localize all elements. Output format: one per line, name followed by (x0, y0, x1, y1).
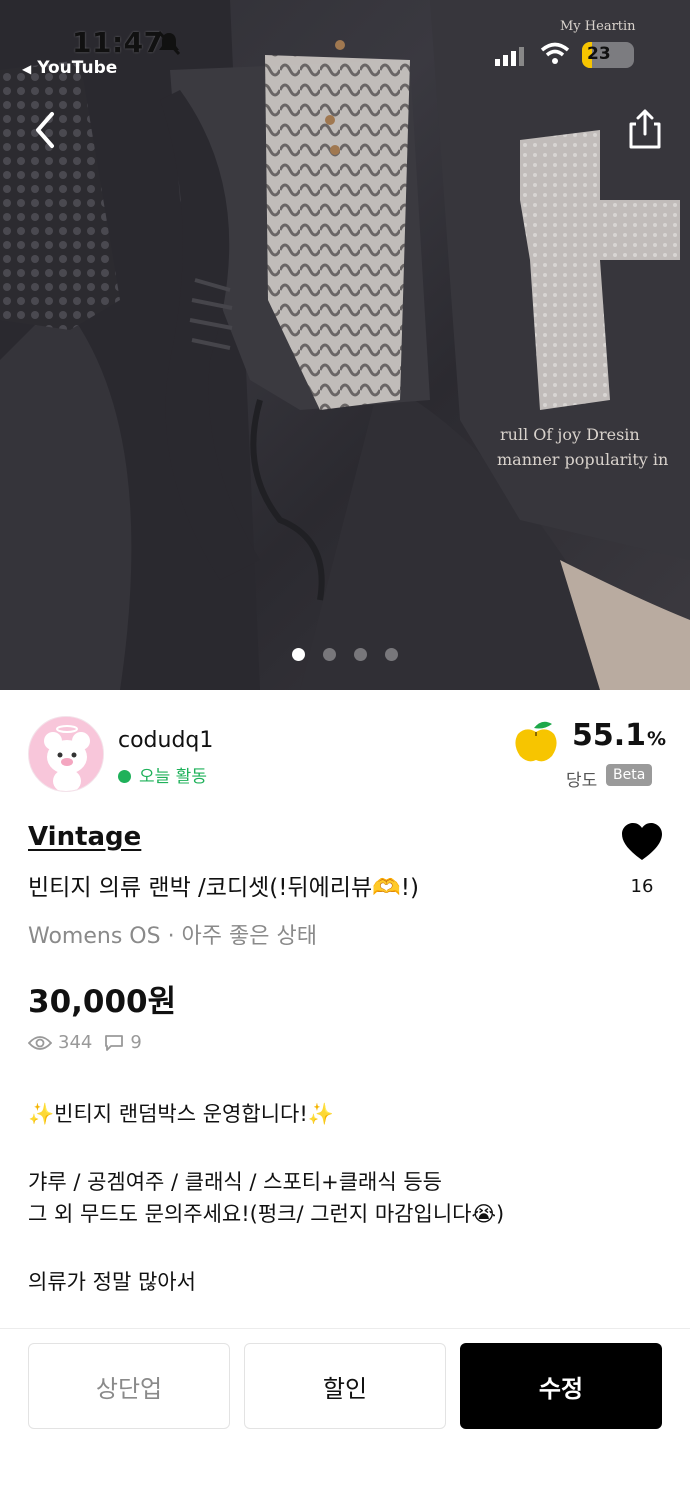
product-title: 빈티지 의류 랜박 /코디셋(!뒤에리뷰🫶!) (28, 875, 419, 901)
back-to-app-link[interactable]: ◀ YouTube (22, 58, 117, 78)
carousel-dot[interactable] (323, 648, 336, 661)
description-line: 갸루 / 공겜여주 / 클래식 / 스포티+클래식 등등 (28, 1170, 442, 1194)
apple-icon (515, 721, 557, 762)
comment-icon (105, 1034, 124, 1051)
bear-avatar-image (29, 717, 103, 791)
product-price: 30,000원 (28, 984, 177, 1020)
description-line: 그 외 무드도 문의주세요!(펑크/ 그런지 마감입니다😭) (28, 1202, 505, 1226)
sweetness-number: 55.1 (572, 718, 647, 753)
view-count: 344 (58, 1032, 93, 1053)
seller-activity-status: 오늘 활동 (118, 762, 207, 787)
product-description: ✨빈티지 랜덤박스 운영합니다!✨ 갸루 / 공겜여주 / 클래식 / 스포티+… (28, 1098, 662, 1298)
sweetness-value: 55.1% (572, 718, 666, 753)
wifi-icon (540, 42, 570, 64)
product-brand-link[interactable]: Vintage (28, 822, 141, 852)
battery-indicator: 23 (582, 42, 634, 68)
seller-username[interactable]: codudq1 (118, 728, 213, 753)
svg-text:manner popularity in: manner popularity in (497, 450, 668, 469)
eye-icon (28, 1035, 52, 1050)
bottom-action-bar: 상단업 할인 수정 (0, 1328, 690, 1500)
back-app-label: YouTube (37, 58, 118, 78)
product-size-condition: Womens OS · 아주 좋은 상태 (28, 924, 317, 949)
description-line: 의류가 정말 많아서 (28, 1270, 196, 1294)
sweetness-label: 당도 (566, 771, 598, 791)
activity-label: 오늘 활동 (139, 767, 207, 787)
discount-button[interactable]: 할인 (244, 1343, 446, 1429)
beta-badge: Beta (606, 764, 653, 786)
edit-button[interactable]: 수정 (460, 1343, 662, 1429)
cellular-signal-icon (495, 47, 524, 66)
share-icon[interactable] (628, 108, 662, 150)
carousel-indicator (0, 648, 690, 661)
like-count: 16 (630, 876, 654, 897)
sweetness-unit: % (647, 728, 667, 750)
seller-section[interactable]: codudq1 오늘 활동 55.1% 당도 Beta (28, 716, 666, 796)
product-stats: 344 9 (28, 1032, 142, 1053)
battery-level: 23 (587, 44, 611, 64)
product-photo-carousel[interactable]: rull Of joy Dresin manner popularity in … (0, 0, 690, 690)
carousel-dot[interactable] (385, 648, 398, 661)
status-time: 11:47 (72, 26, 164, 59)
description-line: ✨빈티지 랜덤박스 운영합니다!✨ (28, 1102, 334, 1126)
status-bar: 11:47 ◀ YouTube 23 (0, 0, 690, 90)
heart-icon[interactable] (620, 822, 664, 862)
carousel-dot[interactable] (354, 648, 367, 661)
silent-bell-icon (157, 30, 181, 56)
back-arrow-icon[interactable] (30, 110, 60, 150)
comment-count: 9 (130, 1032, 142, 1053)
bump-button[interactable]: 상단업 (28, 1343, 230, 1429)
carousel-dot[interactable] (292, 648, 305, 661)
seller-avatar[interactable] (28, 716, 104, 792)
svg-text:rull Of joy Dresin: rull Of joy Dresin (500, 425, 640, 444)
product-photo: rull Of joy Dresin manner popularity in … (0, 0, 690, 690)
sweetness-score[interactable]: 55.1% 당도 Beta (512, 716, 666, 796)
